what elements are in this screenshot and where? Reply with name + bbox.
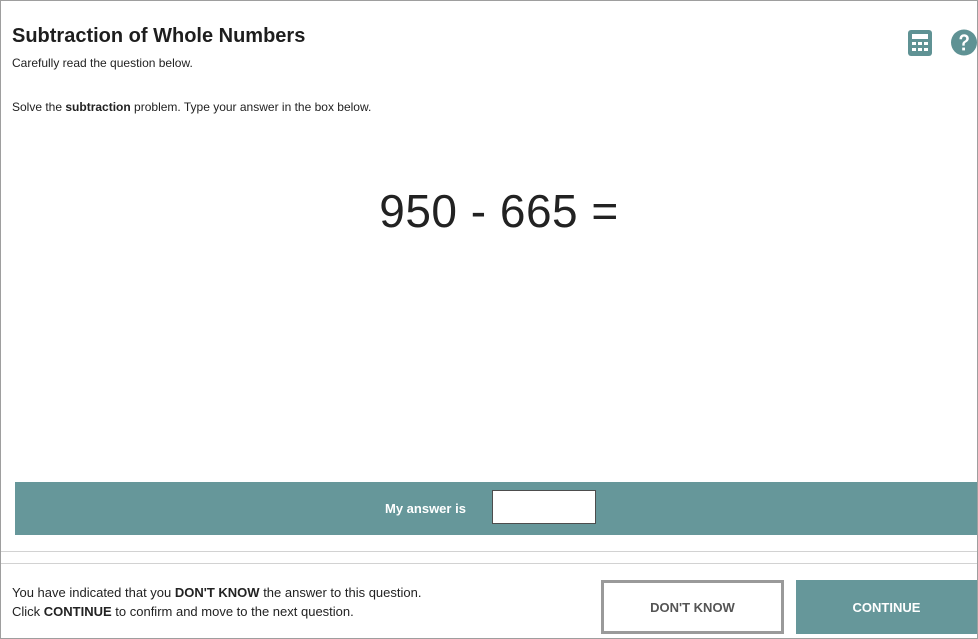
page-title: Subtraction of Whole Numbers <box>12 25 306 47</box>
message-text: Click <box>12 604 44 619</box>
message-text: You have indicated that you <box>12 585 175 600</box>
question-panel: Subtraction of Whole Numbers Carefully r… <box>0 0 978 639</box>
message-emphasis: DON'T KNOW <box>174 585 260 600</box>
calculator-icon[interactable] <box>907 29 933 57</box>
message-emphasis: CONTINUE <box>43 604 112 619</box>
dont-know-button[interactable]: DON'T KNOW <box>601 580 784 634</box>
instruction-text-prefix: Solve the <box>12 100 66 114</box>
instruction-text-suffix: problem. Type your answer in the box bel… <box>130 100 372 114</box>
divider <box>1 563 977 564</box>
dont-know-message: You have indicated that you DON'T KNOW t… <box>12 583 421 621</box>
equation: 950 - 665 = <box>379 185 619 237</box>
instruction-emphasis: subtraction <box>65 100 131 114</box>
answer-bar: My answer is <box>15 482 977 535</box>
answer-input[interactable] <box>492 490 596 524</box>
divider <box>1 551 977 552</box>
continue-button[interactable]: CONTINUE <box>796 580 977 634</box>
dont-know-message-line1: You have indicated that you DON'T KNOW t… <box>12 583 421 602</box>
answer-label: My answer is <box>385 501 466 516</box>
dont-know-message-line2: Click CONTINUE to confirm and move to th… <box>12 602 421 621</box>
help-icon[interactable] <box>950 28 977 57</box>
message-text: to confirm and move to the next question… <box>111 604 354 619</box>
question-instructions: Solve the subtraction problem. Type your… <box>12 100 371 114</box>
message-text: the answer to this question. <box>259 585 422 600</box>
page-subtitle: Carefully read the question below. <box>12 56 193 70</box>
tool-icons <box>907 29 977 59</box>
